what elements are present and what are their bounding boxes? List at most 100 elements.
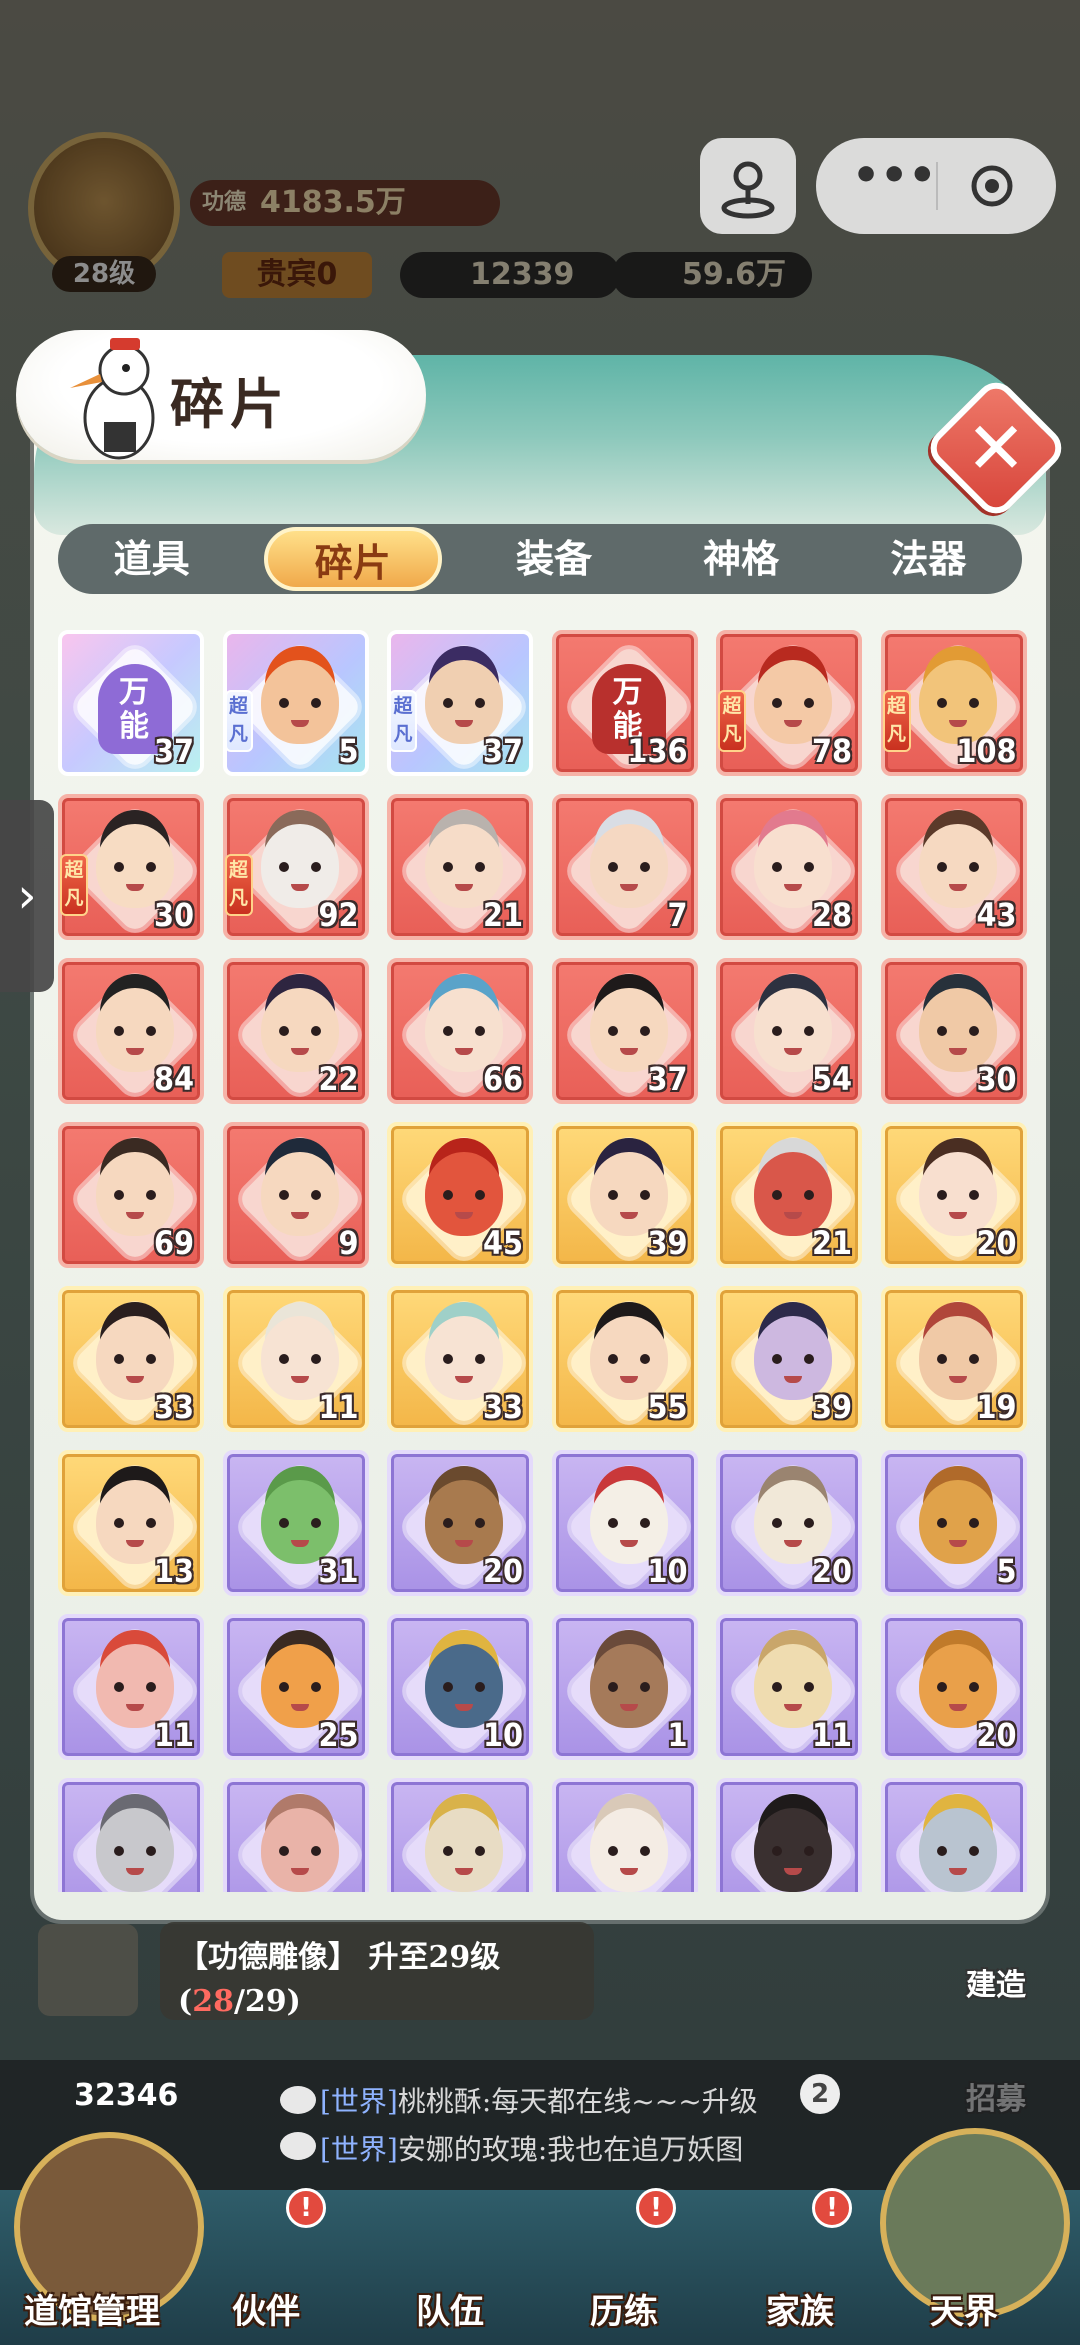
chat-line: [世界]桃桃酥:每天都在线~~~升级	[320, 2085, 758, 2118]
fragment-cell[interactable]: 超凡 78	[716, 630, 862, 776]
fragment-cell[interactable]: 11	[58, 1614, 204, 1760]
fragment-cell[interactable]: 超凡 30	[58, 794, 204, 940]
fragment-count: 21	[811, 1224, 852, 1262]
fragment-cell[interactable]: 20	[716, 1450, 862, 1596]
fragment-cell[interactable]: 10	[551, 1450, 698, 1596]
fragment-cell[interactable]: 69	[58, 1122, 204, 1268]
fragment-cell[interactable]	[387, 1778, 533, 1892]
nav-team[interactable]: 队伍	[416, 2284, 484, 2333]
tab-items[interactable]: 道具	[77, 527, 227, 591]
fragment-cell[interactable]: 1	[551, 1614, 698, 1760]
capsule-menu: •••	[816, 138, 1056, 234]
fragment-cell[interactable]: 超凡 108	[880, 630, 1027, 776]
more-icon[interactable]: •••	[852, 150, 936, 201]
fragment-cell[interactable]: 21	[387, 794, 533, 940]
fragment-count: 39	[647, 1224, 688, 1262]
merit-stat: 功德 4183.5万	[190, 180, 500, 226]
fragment-cell[interactable]: 25	[222, 1614, 369, 1760]
character-portrait-icon	[918, 1808, 997, 1892]
character-portrait-icon	[589, 1644, 668, 1728]
nav-dojo-manage[interactable]: 道馆管理	[24, 2284, 160, 2333]
fragment-cell[interactable]: 39	[551, 1122, 698, 1268]
character-portrait-icon	[589, 1808, 668, 1892]
fragment-count: 10	[482, 1716, 523, 1754]
fragment-cell[interactable]: 万能 37	[58, 630, 204, 776]
fragment-cell[interactable]	[58, 1778, 204, 1892]
tab-equipment[interactable]: 装备	[479, 527, 629, 591]
fragment-count: 21	[482, 896, 523, 934]
fragment-cell[interactable]: 20	[880, 1614, 1027, 1760]
fragment-count: 22	[318, 1060, 359, 1098]
fragment-cell[interactable]: 11	[222, 1286, 369, 1432]
fragment-count: 10	[647, 1552, 688, 1590]
fragment-count: 55	[647, 1388, 688, 1426]
fragment-cell[interactable]	[551, 1778, 698, 1892]
fragment-count: 54	[811, 1060, 852, 1098]
fragment-cell[interactable]: 45	[387, 1122, 533, 1268]
fragment-cell[interactable]: 66	[387, 958, 533, 1104]
fragment-cell[interactable]: 20	[387, 1450, 533, 1596]
fragment-count: 11	[318, 1388, 359, 1426]
quest-tracker[interactable]: 【功德雕像】 升至29级 (28/29)	[160, 1922, 594, 2020]
fragment-count: 11	[811, 1716, 852, 1754]
quest-progress-current: 28	[192, 1984, 234, 2019]
fragment-cell[interactable]: 7	[551, 794, 698, 940]
rank-tag: 超凡	[224, 854, 253, 916]
fragment-cell[interactable]: 超凡 37	[387, 630, 533, 776]
fragment-count: 9	[338, 1224, 359, 1262]
nav-family[interactable]: 家族	[766, 2284, 834, 2333]
vip-badge[interactable]: 贵宾0	[222, 252, 372, 298]
fragment-count: 7	[667, 896, 688, 934]
fragment-cell[interactable]	[716, 1778, 862, 1892]
fragment-cell[interactable]	[222, 1778, 369, 1892]
fragment-grid-scroll[interactable]: 万能 37 超凡 5 超凡 37 万能 136 超凡 78 超凡 108 超凡 30 超凡 92 21 7 28 43…	[58, 630, 1030, 1892]
fragment-cell[interactable]	[880, 1778, 1027, 1892]
fragment-cell[interactable]: 31	[222, 1450, 369, 1596]
fragment-cell[interactable]: 20	[880, 1122, 1027, 1268]
fragment-cell[interactable]: 84	[58, 958, 204, 1104]
side-drawer-handle[interactable]: ›	[0, 800, 54, 992]
fragment-cell[interactable]: 43	[880, 794, 1027, 940]
rank-tag: 超凡	[60, 854, 88, 916]
fragment-cell[interactable]: 5	[880, 1450, 1027, 1596]
fragment-cell[interactable]: 21	[716, 1122, 862, 1268]
nav-training[interactable]: 历练	[590, 2284, 658, 2333]
crane-mascot-icon	[70, 338, 155, 460]
fragment-cell[interactable]: 30	[880, 958, 1027, 1104]
chat-line: [世界]安娜的玫瑰:我也在追万妖图	[320, 2133, 744, 2166]
character-portrait-icon	[96, 1808, 174, 1892]
fragment-cell[interactable]: 39	[716, 1286, 862, 1432]
fragment-cell[interactable]: 33	[387, 1286, 533, 1432]
tab-artifacts[interactable]: 法器	[853, 527, 1003, 591]
fragment-cell[interactable]: 13	[58, 1450, 204, 1596]
build-button[interactable]: 建造	[966, 1960, 1026, 2004]
joystick-button[interactable]	[700, 138, 796, 234]
tab-fragments[interactable]: 碎片	[263, 527, 442, 591]
fragment-count: 30	[976, 1060, 1017, 1098]
rank-tag: 超凡	[718, 690, 746, 752]
fragment-cell[interactable]: 超凡 5	[222, 630, 369, 776]
fragment-cell[interactable]: 22	[222, 958, 369, 1104]
fragment-cell[interactable]: 19	[880, 1286, 1027, 1432]
tab-divinity[interactable]: 神格	[666, 527, 816, 591]
fragment-cell[interactable]: 万能 136	[551, 630, 698, 776]
fragment-cell[interactable]: 37	[551, 958, 698, 1104]
fragment-cell[interactable]: 28	[716, 794, 862, 940]
fragment-cell[interactable]: 54	[716, 958, 862, 1104]
fragment-cell[interactable]: 55	[551, 1286, 698, 1432]
fragment-cell[interactable]: 超凡 92	[222, 794, 369, 940]
fragment-count: 5	[996, 1552, 1017, 1590]
fragment-cell[interactable]: 10	[387, 1614, 533, 1760]
scroll-quest-icon[interactable]	[38, 1924, 138, 2016]
nav-heaven[interactable]: 天界	[930, 2284, 998, 2333]
close-icon: ✕	[965, 406, 1027, 490]
fragment-cell[interactable]: 33	[58, 1286, 204, 1432]
fragment-count: 13	[153, 1552, 194, 1590]
fragment-count: 19	[976, 1388, 1017, 1426]
fragment-cell[interactable]: 11	[716, 1614, 862, 1760]
fragment-count: 37	[647, 1060, 688, 1098]
nav-partners[interactable]: 伙伴	[232, 2284, 300, 2333]
close-miniprogram-icon[interactable]	[968, 162, 1016, 210]
fragment-cell[interactable]: 9	[222, 1122, 369, 1268]
fragment-count: 20	[976, 1716, 1017, 1754]
